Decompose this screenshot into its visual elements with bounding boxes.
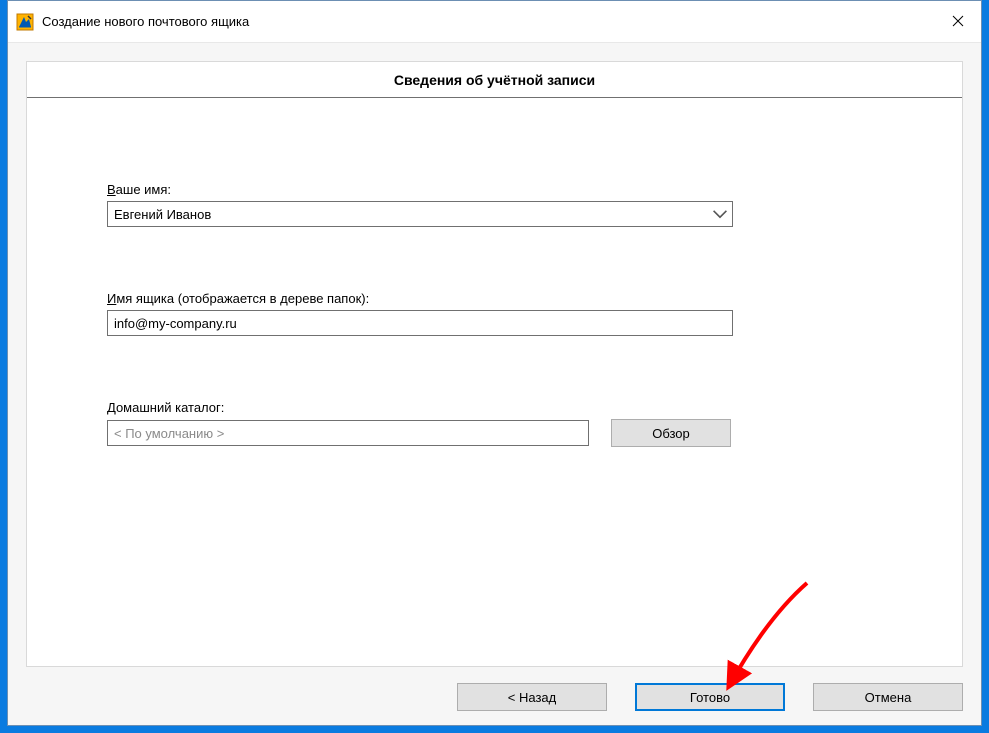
app-icon bbox=[16, 13, 34, 31]
name-combo-value: Евгений Иванов bbox=[114, 207, 712, 222]
name-label: Ваше имя: bbox=[107, 182, 902, 197]
name-combo[interactable]: Евгений Иванов bbox=[107, 201, 733, 227]
home-placeholder: < По умолчанию > bbox=[114, 426, 224, 441]
section-header: Сведения об учётной записи bbox=[27, 62, 962, 98]
back-button[interactable]: < Назад bbox=[457, 683, 607, 711]
chevron-down-icon bbox=[712, 206, 728, 222]
close-button[interactable] bbox=[935, 0, 981, 42]
field-home: Домашний каталог: < По умолчанию > Обзор bbox=[107, 400, 902, 447]
mailbox-label: Имя ящика (отображается в дереве папок): bbox=[107, 291, 902, 306]
cancel-button[interactable]: Отмена bbox=[813, 683, 963, 711]
content-panel: Сведения об учётной записи Ваше имя: Евг… bbox=[26, 61, 963, 667]
footer-buttons: < Назад Готово Отмена bbox=[26, 667, 963, 711]
form-area: Ваше имя: Евгений Иванов Имя ящика (отоб… bbox=[27, 98, 962, 447]
dialog-window: Создание нового почтового ящика Сведения… bbox=[7, 0, 982, 726]
titlebar: Создание нового почтового ящика bbox=[8, 1, 981, 43]
field-name: Ваше имя: Евгений Иванов bbox=[107, 182, 902, 227]
mailbox-value: info@my-company.ru bbox=[114, 316, 237, 331]
window-title: Создание нового почтового ящика bbox=[42, 14, 249, 29]
home-input[interactable]: < По умолчанию > bbox=[107, 420, 589, 446]
section-title: Сведения об учётной записи bbox=[394, 72, 595, 88]
field-mailbox: Имя ящика (отображается в дереве папок):… bbox=[107, 291, 902, 336]
home-label: Домашний каталог: bbox=[107, 400, 902, 415]
mailbox-input[interactable]: info@my-company.ru bbox=[107, 310, 733, 336]
browse-button[interactable]: Обзор bbox=[611, 419, 731, 447]
finish-button[interactable]: Готово bbox=[635, 683, 785, 711]
client-area: Сведения об учётной записи Ваше имя: Евг… bbox=[8, 43, 981, 725]
close-icon bbox=[952, 15, 964, 27]
